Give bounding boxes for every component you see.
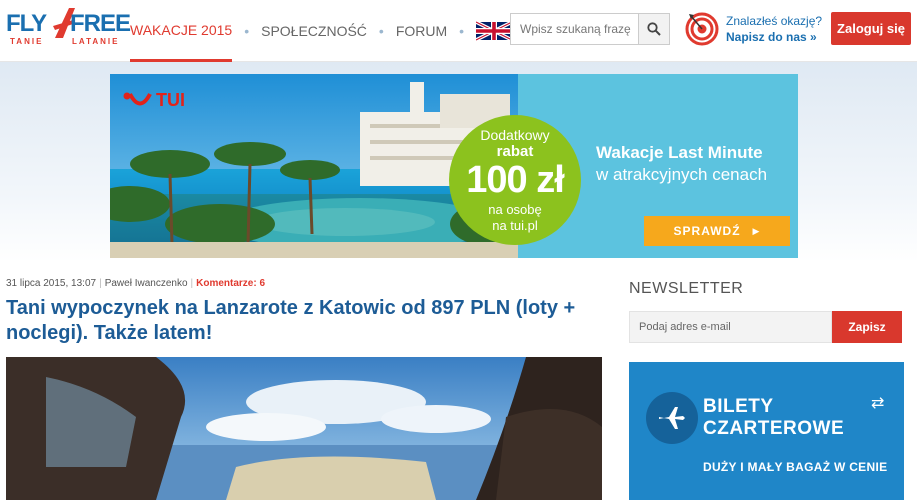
article-title[interactable]: Tani wypoczynek na Lanzarote z Katowic o…: [6, 296, 596, 346]
search-icon: [647, 22, 661, 36]
article-comments-count[interactable]: Komentarze: 6: [196, 278, 265, 289]
bubble-line-2: rabat: [496, 143, 534, 160]
site-header: FLY FREE TANIE LATANIE WAKACJE 2015 • SP…: [0, 0, 917, 62]
article-lanzarote-photo[interactable]: [6, 357, 602, 500]
search-button[interactable]: [638, 14, 669, 44]
check-offer-button[interactable]: SPRAWDŹ ▶: [644, 216, 790, 246]
article-date: 31 lipca 2015, 13:07: [6, 278, 97, 289]
target-icon: [685, 12, 719, 46]
discount-bubble: Dodatkowy rabat 100 zł na osobę na tui.p…: [449, 115, 581, 245]
charter-subtitle: DUŻY I MAŁY BAGAŻ W CENIE: [703, 460, 888, 474]
login-button[interactable]: Zaloguj się: [831, 12, 911, 45]
bubble-line-4: na osobę: [488, 202, 542, 217]
promo-title: Wakacje Last Minute: [596, 143, 763, 162]
check-offer-label: SPRAWDŹ: [673, 224, 741, 238]
promo-subtitle: w atrakcyjnych cenach: [596, 165, 768, 184]
charter-title-line-2: CZARTEROWE: [703, 418, 845, 439]
logo-word-fly: FLY: [6, 10, 47, 37]
tui-logo: TUI: [122, 90, 185, 111]
uk-flag-icon[interactable]: [476, 21, 513, 41]
newsletter-email-input[interactable]: [629, 311, 832, 343]
charter-title-line-1: BILETY: [703, 396, 774, 417]
site-logo[interactable]: FLY FREE TANIE LATANIE: [6, 8, 131, 50]
play-arrow-icon: ▶: [752, 225, 761, 236]
tui-smile-icon: [123, 92, 152, 105]
nav-item-forum[interactable]: FORUM: [396, 0, 447, 62]
search-box: [510, 13, 670, 45]
nav-separator: •: [244, 23, 250, 39]
nav-item-spolecznosc[interactable]: SPOŁECZNOŚĆ: [261, 0, 367, 62]
deal-submit-link[interactable]: Znalazłeś okazję? Napisz do nas »: [685, 10, 825, 50]
airplane-icon: [646, 392, 698, 444]
tui-brand-text: TUI: [156, 90, 185, 110]
logo-tagline-1: TANIE: [10, 37, 44, 46]
tui-ad-banner[interactable]: TUI Dodatkowy rabat 100 zł na osobę na t…: [110, 74, 798, 258]
bubble-line-1: Dodatkowy: [480, 127, 550, 143]
logo-tagline-2: LATANIE: [72, 37, 120, 46]
swap-arrows-icon: ⇄: [871, 395, 885, 412]
article-author[interactable]: Paweł Iwanczenko: [105, 278, 188, 289]
bubble-amount: 100 zł: [466, 159, 565, 201]
charter-tickets-banner[interactable]: BILETY CZARTEROWE ⇄ DUŻY I MAŁY BAGAŻ W …: [629, 362, 904, 500]
article-meta: 31 lipca 2015, 13:07 | Paweł Iwanczenko | Ko…: [6, 278, 266, 289]
nav-item-wakacje[interactable]: WAKACJE 2015: [130, 0, 233, 62]
nav-separator: •: [378, 23, 384, 39]
search-input[interactable]: [511, 14, 639, 44]
deal-question: Znalazłeś okazję?: [726, 14, 823, 28]
nav-separator: •: [459, 23, 465, 39]
logo-word-free: FREE: [70, 10, 131, 37]
newsletter-subscribe-button[interactable]: Zapisz: [832, 311, 902, 343]
bubble-line-5: na tui.pl: [492, 218, 538, 233]
main-nav: WAKACJE 2015 • SPOŁECZNOŚĆ • FORUM •: [130, 0, 513, 62]
deal-write-link[interactable]: Napisz do nas »: [726, 30, 817, 44]
newsletter-title: NEWSLETTER: [629, 280, 744, 297]
